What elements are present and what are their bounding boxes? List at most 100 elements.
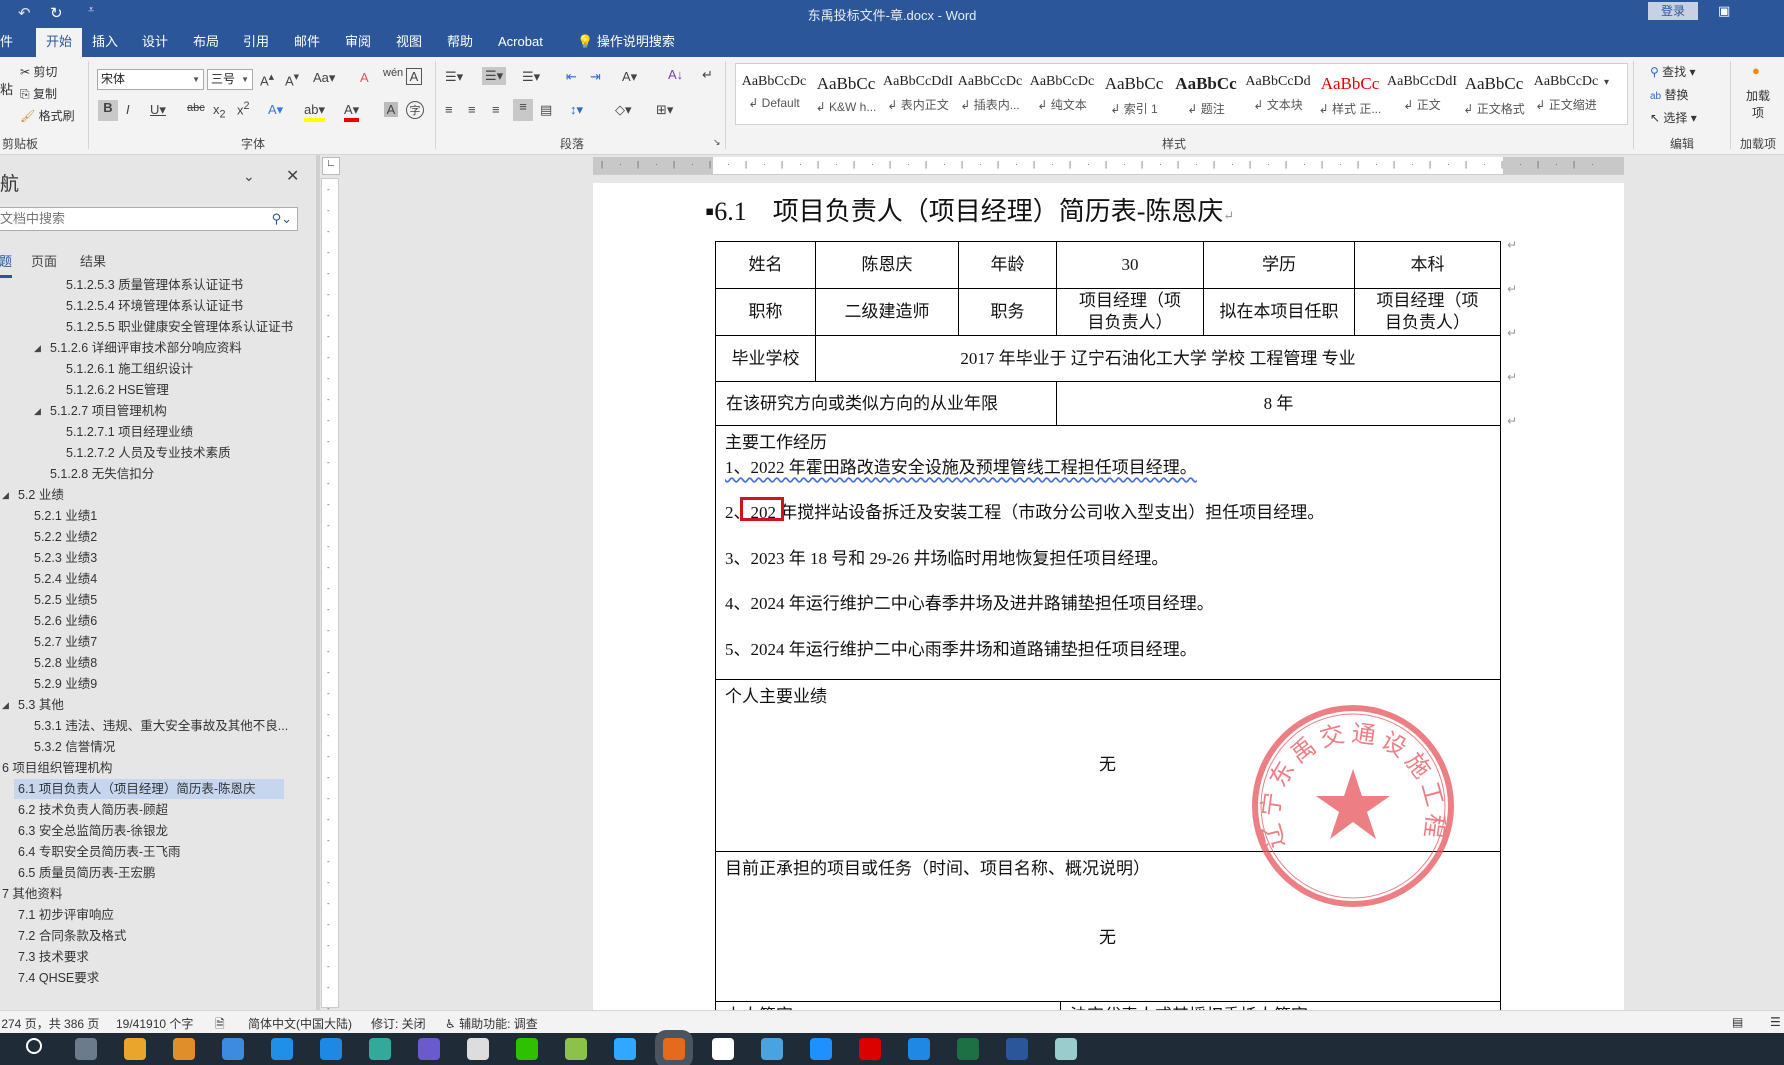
nav-tab-pages[interactable]: 页面 xyxy=(31,251,57,270)
shading-icon[interactable]: ◇▾ xyxy=(615,102,632,118)
bullets-icon[interactable]: ☰▾ xyxy=(445,69,463,85)
addins-button[interactable]: 加载项 xyxy=(1745,87,1771,121)
nav-item[interactable]: 6.3 安全总监简历表-徐银龙 xyxy=(18,821,168,841)
nav-item[interactable]: 5.3 其他 xyxy=(18,695,64,715)
font-color-icon[interactable]: A▾ xyxy=(344,102,360,122)
distributed-icon[interactable]: ▤ xyxy=(540,102,552,118)
page-count[interactable]: 第 274 页，共 386 页 xyxy=(0,1015,99,1032)
photoshop-taskbar-icon[interactable] xyxy=(614,1038,636,1060)
decrease-indent-icon[interactable]: ⇤ xyxy=(566,69,577,85)
tab-references[interactable]: 引用 xyxy=(239,28,273,57)
nav-item[interactable]: 5.1.2.5.3 质量管理体系认证证书 xyxy=(66,275,243,295)
nav-item[interactable]: 5.1.2.5.5 职业健康安全管理体系认证证书 xyxy=(66,317,293,337)
print-layout-icon[interactable]: ☰ xyxy=(1770,1015,1781,1029)
nav-item[interactable]: 5.2.9 业绩9 xyxy=(34,674,97,694)
style-8[interactable]: AaBbCc ↲ 样式 正... xyxy=(1314,64,1386,124)
acrobat-taskbar-icon[interactable] xyxy=(859,1038,881,1060)
nav-item[interactable]: 7.2 合同条款及格式 xyxy=(18,926,126,946)
strikethrough-button[interactable]: abc xyxy=(187,102,205,114)
style-6[interactable]: AaBbCc ↲ 题注 xyxy=(1170,64,1242,124)
app-green-taskbar-icon[interactable] xyxy=(565,1038,587,1060)
nav-item[interactable]: 5.3.1 违法、违规、重大安全事故及其他不良... xyxy=(34,716,288,736)
italic-button[interactable]: I xyxy=(126,102,130,117)
nav-item[interactable]: 5.2.4 业绩4 xyxy=(34,569,97,589)
text-effects-icon[interactable]: A▾ xyxy=(268,102,283,118)
nav-item[interactable]: 5.2.2 业绩2 xyxy=(34,527,97,547)
nav-item[interactable]: 5.1.2.5.4 环境管理体系认证证书 xyxy=(66,296,243,316)
char-border-icon[interactable]: A xyxy=(406,68,422,85)
vertical-ruler[interactable]: ---------------------------------------- xyxy=(321,178,339,1013)
accessibility-status[interactable]: ♿ 辅助功能: 调查 xyxy=(445,1015,538,1032)
nav-item[interactable]: 5.2.7 业绩7 xyxy=(34,632,97,652)
tab-mailings[interactable]: 邮件 xyxy=(290,28,324,57)
underline-button[interactable]: U▾ xyxy=(150,102,166,118)
app-xi-taskbar-icon[interactable] xyxy=(761,1038,783,1060)
style-9[interactable]: AaBbCcDdI ↲ 正文 xyxy=(1386,64,1458,124)
photos-taskbar-icon[interactable] xyxy=(173,1038,195,1060)
nav-item[interactable]: 5.1.2.7.2 人员及专业技术素质 xyxy=(66,443,231,463)
addin-icon[interactable]: ● xyxy=(1752,63,1760,78)
nav-item[interactable]: 7 其他资料 xyxy=(2,884,62,904)
borders-icon[interactable]: ⊞▾ xyxy=(656,102,673,118)
replace-button[interactable]: ab 替换 xyxy=(1650,86,1688,103)
font-name-select[interactable]: 宋体 ▼ xyxy=(97,69,204,90)
format-painter-button[interactable]: 🖌 格式刷 xyxy=(20,107,75,124)
nav-item[interactable]: 5.1.2.7 项目管理机构 xyxy=(50,401,167,421)
clear-format-icon[interactable]: A xyxy=(360,70,369,85)
nav-item[interactable]: 5.1.2.8 无失信扣分 xyxy=(50,464,154,484)
numbering-icon[interactable]: ☰▾ xyxy=(482,67,507,85)
shrink-font-icon[interactable]: A▾ xyxy=(285,70,299,88)
justify-icon[interactable]: ≡ xyxy=(513,99,533,121)
style-4[interactable]: AaBbCcDc ↲ 纯文本 xyxy=(1026,64,1098,124)
nav-item[interactable]: 5.1.2.7.1 项目经理业绩 xyxy=(66,422,193,442)
tab-home[interactable]: 开始 xyxy=(36,28,83,57)
tell-me-search[interactable]: 💡 操作说明搜索 xyxy=(573,28,679,57)
vs-taskbar-icon[interactable] xyxy=(418,1038,440,1060)
dots-taskbar-icon[interactable] xyxy=(222,1038,244,1060)
nav-item[interactable]: 5.2 业绩 xyxy=(18,485,64,505)
excel-taskbar-icon[interactable] xyxy=(957,1038,979,1060)
enclose-char-icon[interactable]: 字 xyxy=(406,101,424,119)
style-3[interactable]: AaBbCcDc ↲ 插表内... xyxy=(954,64,1026,124)
dialog-launcher-icon[interactable]: ↘ xyxy=(713,137,721,148)
nav-item[interactable]: 7.1 初步评审响应 xyxy=(18,905,114,925)
style-5[interactable]: AaBbCc ↲ 索引 1 xyxy=(1098,64,1170,124)
grow-font-icon[interactable]: A▴ xyxy=(260,70,274,88)
show-marks-icon[interactable]: ↵ xyxy=(702,67,713,83)
sort-icon[interactable]: A↓ xyxy=(668,67,683,82)
chrome-taskbar-icon[interactable] xyxy=(124,1038,146,1060)
calculator-taskbar-icon[interactable] xyxy=(75,1038,97,1060)
notes-taskbar-icon[interactable] xyxy=(1055,1038,1077,1060)
collapse-triangle-icon[interactable]: ◢ xyxy=(2,700,9,711)
select-button[interactable]: ↖ 选择 ▾ xyxy=(1650,109,1697,126)
qq-taskbar-icon[interactable] xyxy=(712,1038,734,1060)
tab-design[interactable]: 设计 xyxy=(138,28,172,57)
style-0[interactable]: AaBbCcDc ↲ Default xyxy=(738,64,810,124)
align-center-icon[interactable]: ≡ xyxy=(468,102,476,117)
nav-item[interactable]: 5.2.5 业绩5 xyxy=(34,590,97,610)
app-circle-taskbar-icon[interactable] xyxy=(320,1038,342,1060)
subscript-button[interactable]: x2 xyxy=(213,102,226,121)
word-taskbar-icon[interactable] xyxy=(1006,1038,1028,1060)
nav-item[interactable]: 5.2.1 业绩1 xyxy=(34,506,97,526)
app-q-taskbar-icon[interactable] xyxy=(810,1038,832,1060)
nav-item[interactable]: 6.4 专职安全员简历表-王飞雨 xyxy=(18,842,181,862)
app-blue2-taskbar-icon[interactable] xyxy=(908,1038,930,1060)
nav-item[interactable]: 6 项目组织管理机构 xyxy=(2,758,112,778)
collapse-triangle-icon[interactable]: ◢ xyxy=(2,490,9,501)
style-10[interactable]: AaBbCc ↲ 正文格式 xyxy=(1458,64,1530,124)
style-7[interactable]: AaBbCcDd ↲ 文本块 xyxy=(1242,64,1314,124)
app-dark-taskbar-icon[interactable] xyxy=(369,1038,391,1060)
nav-item[interactable]: 7.4 QHSE要求 xyxy=(18,968,99,988)
style-2[interactable]: AaBbCcDdI ↲ 表内正文 xyxy=(882,64,954,124)
nav-tab-headings[interactable]: 标题 xyxy=(0,251,13,278)
styles-more-icon[interactable]: ▾ xyxy=(1604,77,1609,88)
login-button[interactable]: 登录 xyxy=(1648,2,1698,20)
style-1[interactable]: AaBbCc ↲ K&W h... xyxy=(810,64,882,124)
cut-button[interactable]: ✂ 剪切 xyxy=(20,63,57,80)
nav-item[interactable]: 5.2.8 业绩8 xyxy=(34,653,97,673)
change-case-icon[interactable]: Aa▾ xyxy=(313,70,335,86)
search-taskbar-icon[interactable] xyxy=(26,1038,42,1054)
nav-search-input[interactable]: 在文档中搜索 ⚲⌄ xyxy=(0,207,298,231)
track-changes-status[interactable]: 修订: 关闭 xyxy=(371,1015,426,1032)
